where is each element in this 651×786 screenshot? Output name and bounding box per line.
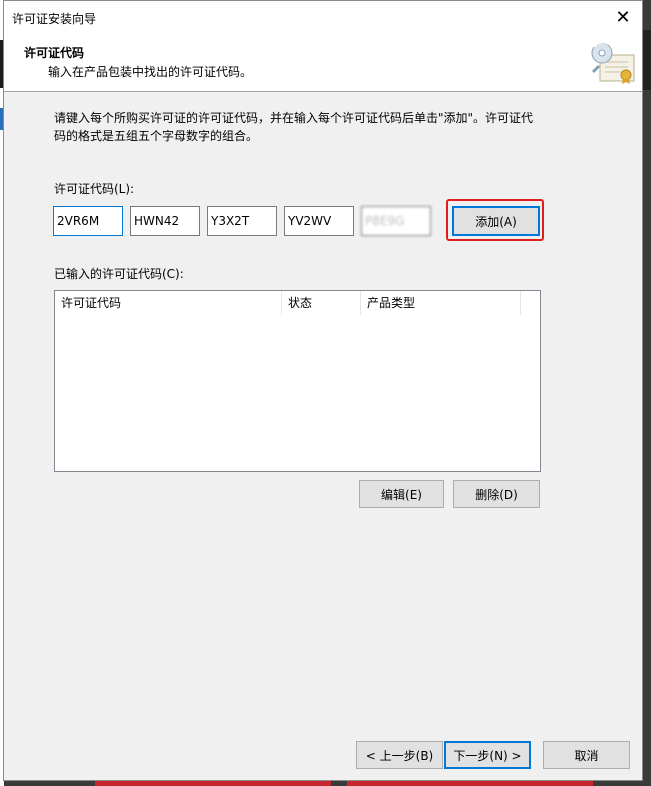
window-title: 许可证安装向导: [12, 12, 97, 26]
delete-button[interactable]: 删除(D): [453, 480, 540, 508]
column-header-product-type[interactable]: 产品类型: [361, 291, 521, 315]
close-icon: ✕: [615, 6, 631, 28]
back-button[interactable]: < 上一步(B): [356, 741, 443, 769]
page-subtitle: 输入在产品包装中找出的许可证代码。: [48, 65, 253, 79]
add-button-label: 添加(A): [475, 214, 517, 229]
add-button[interactable]: 添加(A): [452, 206, 540, 236]
instructions-text: 请键入每个所购买许可证的许可证代码，并在输入每个许可证代码后单击"添加"。许可证…: [54, 109, 544, 145]
license-code-segment-5[interactable]: [361, 206, 431, 236]
column-header-license-code[interactable]: 许可证代码: [55, 291, 282, 315]
license-code-label: 许可证代码(L):: [54, 182, 135, 196]
instructions-line-1: 请键入每个所购买许可证的许可证代码，并在输入每个许可证代码后单击"添加"。许可证…: [54, 111, 534, 125]
license-wizard-dialog: 许可证安装向导 ✕ 许可证代码 输入在产品包装中找出的许可证代码。 请键入每个所…: [3, 0, 643, 781]
background-app-fragment: [643, 30, 651, 90]
title-bar[interactable]: 许可证安装向导 ✕: [4, 1, 642, 33]
license-code-segment-3[interactable]: [207, 206, 277, 236]
instructions-line-2: 码的格式是五组五个字母数字的组合。: [54, 129, 259, 143]
license-code-segment-4[interactable]: [284, 206, 354, 236]
close-button[interactable]: ✕: [604, 1, 642, 33]
back-button-label: < 上一步(B): [365, 748, 434, 763]
list-header: 许可证代码 状态 产品类型: [55, 291, 540, 315]
license-code-segment-1[interactable]: [53, 206, 123, 236]
entered-codes-list[interactable]: 许可证代码 状态 产品类型: [54, 290, 541, 472]
certificate-disc-icon: [591, 41, 635, 84]
page-title: 许可证代码: [24, 46, 85, 60]
column-header-status[interactable]: 状态: [282, 291, 361, 315]
cancel-button-label: 取消: [574, 748, 599, 763]
next-button-label: 下一步(N) >: [453, 748, 522, 763]
next-button[interactable]: 下一步(N) >: [444, 741, 531, 769]
edit-button[interactable]: 编辑(E): [359, 480, 444, 508]
license-code-segment-2[interactable]: [130, 206, 200, 236]
wizard-header: 许可证代码 输入在产品包装中找出的许可证代码。: [4, 33, 642, 92]
delete-button-label: 删除(D): [475, 487, 518, 502]
entered-codes-label: 已输入的许可证代码(C):: [54, 267, 184, 281]
cancel-button[interactable]: 取消: [543, 741, 630, 769]
edit-button-label: 编辑(E): [381, 487, 422, 502]
